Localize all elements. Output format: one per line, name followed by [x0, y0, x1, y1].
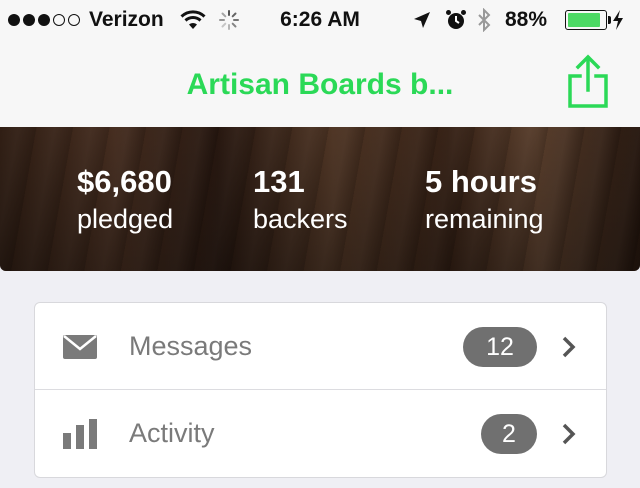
- menu-item-messages[interactable]: Messages 12: [35, 303, 606, 390]
- backers-stat: 131 backers: [253, 163, 348, 237]
- battery-fill: [568, 13, 600, 27]
- battery-icon: [565, 0, 611, 40]
- battery-cap: [608, 16, 611, 24]
- share-button[interactable]: [566, 54, 610, 110]
- messages-count-badge: 12: [463, 327, 537, 367]
- navigation-bar: Artisan Boards b...: [0, 40, 640, 127]
- backers-label: backers: [253, 204, 348, 234]
- chevron-right-icon: [561, 390, 577, 477]
- activity-count-badge: 2: [481, 414, 537, 454]
- project-stats-banner: $6,680 pledged 131 backers 5 hours remai…: [0, 127, 640, 271]
- backers-count: 131: [253, 164, 305, 199]
- bluetooth-icon: [477, 0, 491, 40]
- menu-item-activity[interactable]: Activity 2: [35, 390, 606, 477]
- envelope-icon: [63, 303, 97, 390]
- charging-bolt-icon: [612, 0, 624, 40]
- menu-item-label: Messages: [129, 331, 253, 361]
- project-menu: Messages 12 Activity 2: [34, 302, 607, 478]
- pledged-label: pledged: [77, 204, 174, 234]
- share-icon: [568, 54, 608, 108]
- pledged-amount: $6,680: [77, 164, 172, 199]
- battery-body: [565, 10, 607, 30]
- battery-percentage: 88%: [505, 8, 548, 31]
- project-title: Artisan Boards b...: [186, 68, 454, 101]
- chevron-right-icon: [561, 303, 577, 390]
- remaining-stat: 5 hours remaining: [425, 163, 544, 237]
- time-remaining: 5 hours: [425, 164, 537, 199]
- status-bar: Verizon 6:26 AM 88%: [0, 0, 640, 40]
- remaining-label: remaining: [425, 204, 544, 234]
- location-arrow-icon: [413, 0, 431, 40]
- bar-chart-icon: [63, 390, 97, 477]
- alarm-clock-icon: [445, 0, 467, 40]
- pledged-stat: $6,680 pledged: [77, 163, 173, 237]
- menu-item-label: Activity: [129, 418, 215, 448]
